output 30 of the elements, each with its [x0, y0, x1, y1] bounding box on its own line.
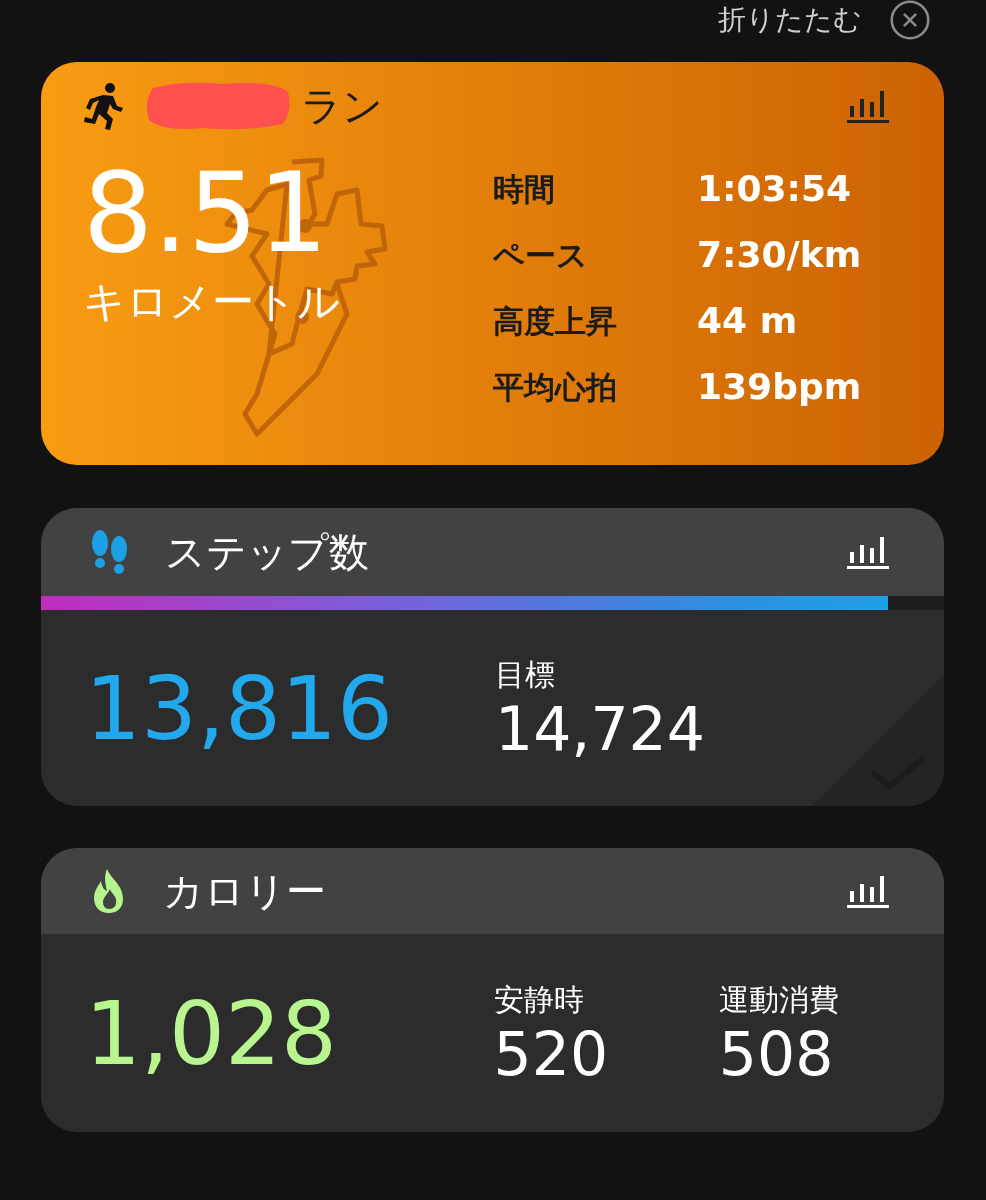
steps-card[interactable]: ステップ数 13,816 目標 14,724	[41, 508, 944, 806]
calorie-part-label: 運動消費	[718, 980, 840, 1019]
stat-label: ペース	[493, 236, 589, 275]
runner-icon	[83, 82, 125, 130]
collapse-label: 折りたたむ	[718, 2, 862, 38]
calories-title: カロリー	[163, 866, 326, 916]
stat-value: 7:30/km	[697, 233, 862, 277]
stat-label: 高度上昇	[493, 302, 618, 341]
chart-icon[interactable]	[846, 88, 890, 124]
calorie-part-value: 520	[493, 1020, 610, 1087]
stat-value: 1:03:54	[697, 167, 853, 211]
stat-label: 平均心拍	[493, 368, 618, 407]
distance-unit: キロメートル	[83, 276, 341, 328]
calories-card[interactable]: カロリー 1,028 安静時 520 運動消費 508	[41, 848, 944, 1132]
steps-title: ステップ数	[165, 527, 369, 577]
distance-value: 8.51	[83, 158, 329, 268]
stat-value: 44 m	[697, 299, 799, 343]
steps-value: 13,816	[85, 656, 394, 760]
stat-label: 時間	[493, 170, 556, 209]
close-icon[interactable]	[890, 0, 930, 40]
activity-card[interactable]: ラン 8.51 キロメートル 時間 1:03:54 ペース 7:30/km 高度上昇 44 m 平均心拍 139bpm	[41, 62, 944, 465]
calorie-part-label: 安静時	[493, 980, 585, 1019]
chart-icon[interactable]	[846, 534, 890, 570]
goal-value: 14,724	[495, 695, 705, 762]
calorie-part-value: 508	[718, 1020, 835, 1087]
stat-value: 139bpm	[697, 365, 862, 409]
activity-title: ラン	[301, 81, 383, 131]
chart-icon[interactable]	[846, 873, 890, 909]
goal-label: 目標	[495, 655, 556, 694]
calories-value: 1,028	[85, 981, 338, 1085]
